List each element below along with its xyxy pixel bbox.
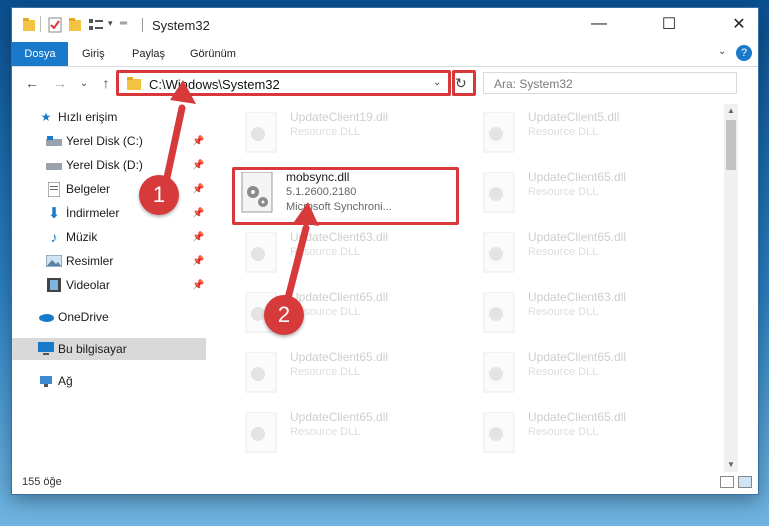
- annotation-arrows: [159, 80, 319, 310]
- step-1-badge: 1: [139, 175, 179, 215]
- step-2-badge: 2: [264, 295, 304, 335]
